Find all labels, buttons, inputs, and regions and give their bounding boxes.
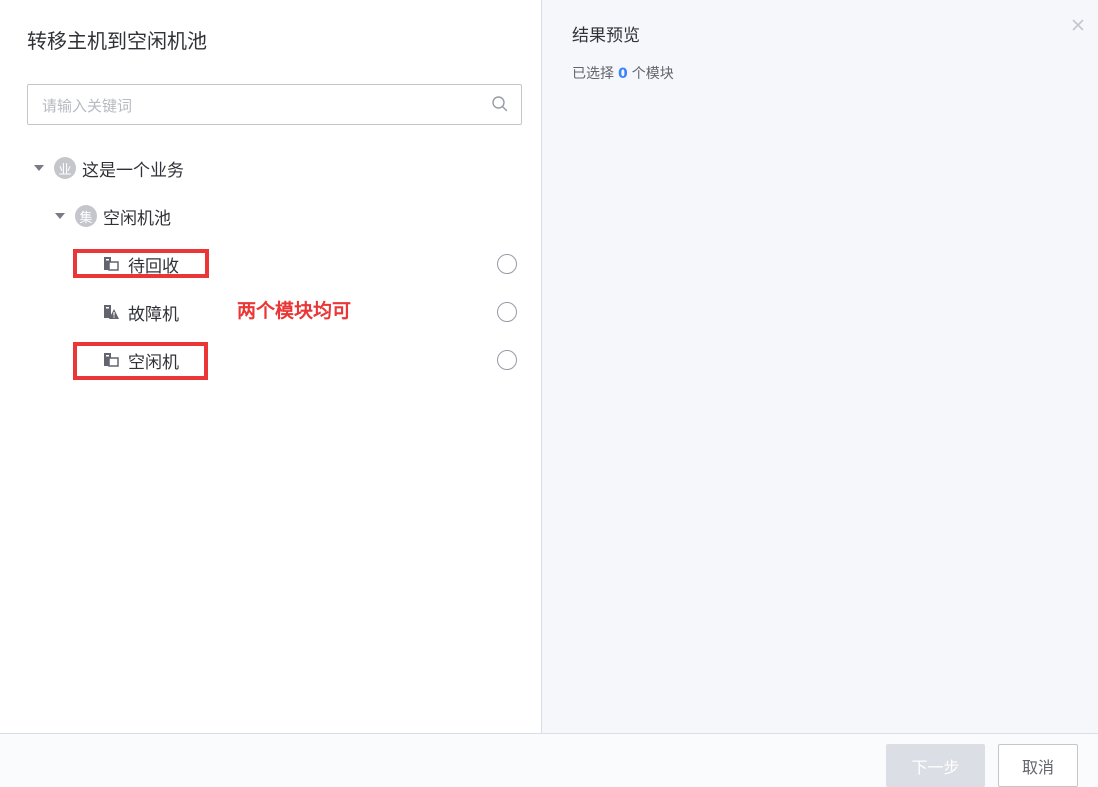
close-icon[interactable] — [1071, 18, 1085, 32]
expand-caret-icon[interactable] — [55, 213, 65, 219]
preview-title: 结果预览 — [572, 26, 640, 46]
business-badge: 业 — [54, 157, 76, 179]
annotation-text: 两个模块均可 — [237, 300, 352, 322]
next-step-button[interactable]: 下一步 — [886, 744, 985, 787]
transfer-host-dialog: 转移主机到空闲机池 业 这是一个业务 集 空闲机池 — [0, 0, 1098, 787]
tree-node-module-fault[interactable]: 故障机 — [103, 298, 179, 326]
module-selection-panel: 转移主机到空闲机池 业 这是一个业务 集 空闲机池 — [0, 0, 540, 733]
result-preview-panel: 结果预览 已选择 0 个模块 — [541, 0, 1098, 733]
search-icon[interactable] — [491, 95, 509, 113]
selection-summary: 已选择 0 个模块 — [572, 63, 674, 83]
tree-node-label: 空闲机池 — [103, 208, 171, 229]
highlight-box-recycle — [73, 249, 209, 278]
fault-module-icon — [104, 305, 119, 319]
dialog-footer: 下一步 取消 — [0, 733, 1098, 787]
tree-node-label: 故障机 — [128, 304, 179, 325]
search-box[interactable] — [27, 84, 522, 126]
dialog-title: 转移主机到空闲机池 — [27, 29, 207, 53]
tree-node-business[interactable]: 业 这是一个业务 — [34, 154, 184, 182]
module-radio-fault[interactable] — [497, 302, 517, 322]
summary-suffix: 个模块 — [631, 66, 674, 82]
cancel-button[interactable]: 取消 — [998, 744, 1078, 787]
highlight-box-idle — [73, 342, 208, 380]
module-radio-idle[interactable] — [497, 350, 517, 370]
selected-count: 0 — [618, 66, 628, 82]
search-input[interactable] — [40, 85, 484, 126]
tree-node-label: 这是一个业务 — [82, 160, 184, 181]
set-badge: 集 — [75, 205, 97, 227]
expand-caret-icon[interactable] — [34, 165, 44, 171]
module-radio-recycle[interactable] — [497, 254, 517, 274]
tree-node-set[interactable]: 集 空闲机池 — [55, 202, 171, 230]
summary-prefix: 已选择 — [572, 66, 614, 82]
